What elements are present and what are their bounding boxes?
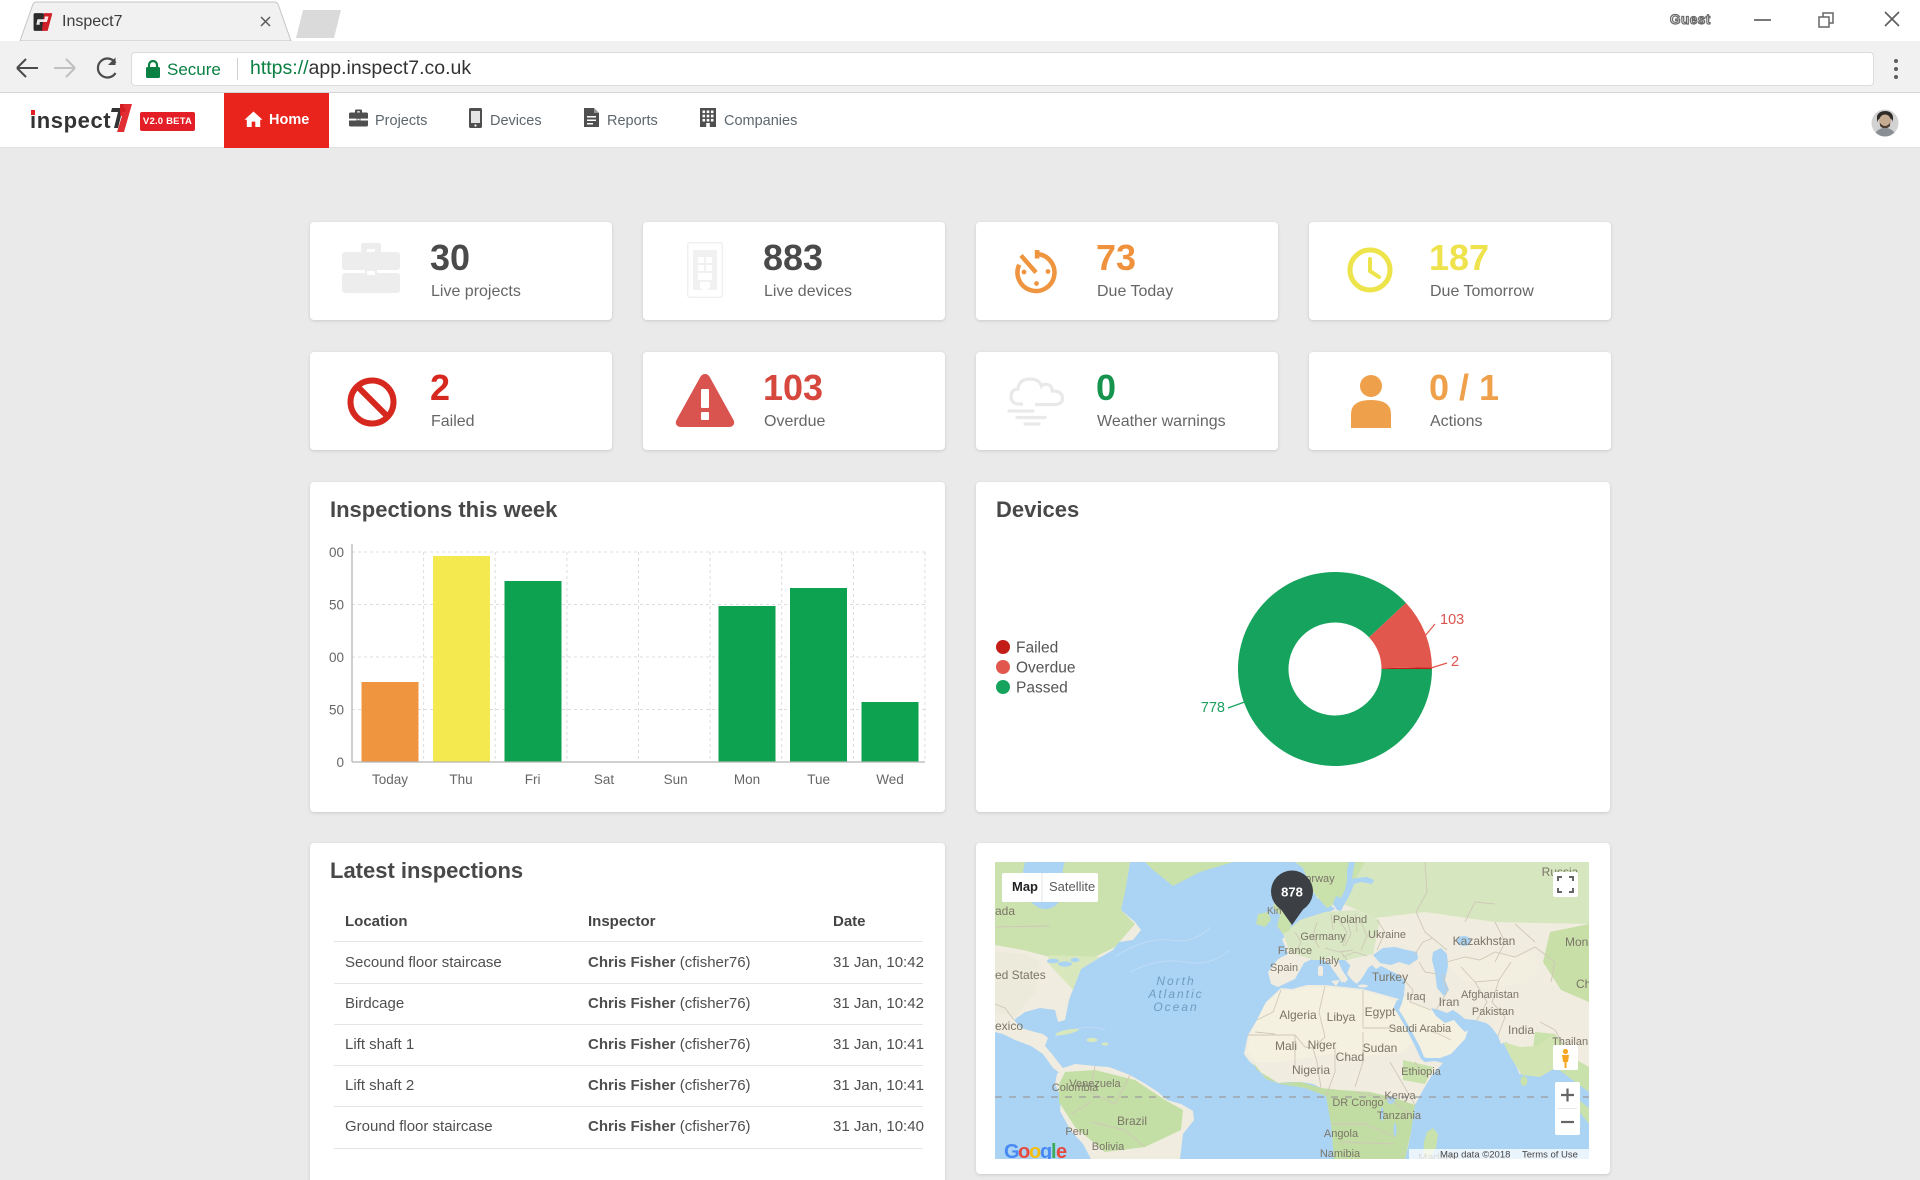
svg-text:Germany: Germany [1300,931,1346,943]
svg-text:Ethiopia: Ethiopia [1401,1066,1442,1078]
svg-text:Sudan: Sudan [1363,1041,1398,1055]
svg-text:Afghanistan: Afghanistan [1461,989,1519,1001]
svg-text:Pakistan: Pakistan [1472,1006,1514,1018]
svg-text:Iran: Iran [1439,995,1460,1009]
svg-text:Peru: Peru [1065,1126,1088,1138]
svg-text:Today: Today [372,772,408,787]
svg-text:Iraq: Iraq [1407,991,1426,1003]
svg-text:00: 00 [329,545,344,560]
svg-text:India: India [1508,1023,1534,1037]
svg-text:ada: ada [995,904,1015,918]
svg-text:103: 103 [1440,612,1464,628]
svg-text:Map data ©2018: Map data ©2018 [1440,1150,1510,1160]
svg-text:50: 50 [329,703,344,718]
svg-text:Overdue: Overdue [1016,660,1075,677]
svg-text:e: e [1056,1141,1067,1159]
svg-text:2: 2 [1451,654,1459,670]
svg-text:Brazil: Brazil [1117,1114,1147,1128]
svg-text:Terms of Use: Terms of Use [1522,1150,1578,1160]
svg-text:Turkey: Turkey [1372,970,1408,984]
svg-text:Thu: Thu [449,772,472,787]
svg-text:Sun: Sun [664,772,688,787]
svg-text:Nigeria: Nigeria [1292,1063,1330,1077]
svg-text:Algeria: Algeria [1279,1008,1317,1022]
svg-text:Fri: Fri [525,772,541,787]
svg-text:Bolivia: Bolivia [1092,1141,1125,1153]
svg-text:Chi: Chi [1576,977,1589,991]
svg-text:00: 00 [329,650,344,665]
svg-text:Poland: Poland [1333,914,1367,926]
svg-text:Tue: Tue [807,772,830,787]
svg-text:Ocean: Ocean [1153,1000,1198,1014]
svg-text:Failed: Failed [1016,640,1058,657]
svg-text:France: France [1278,945,1312,957]
svg-text:50: 50 [329,598,344,613]
svg-text:Egypt: Egypt [1365,1005,1396,1019]
svg-text:Angola: Angola [1324,1128,1359,1140]
svg-text:Spain: Spain [1270,962,1298,974]
svg-text:Map: Map [1012,879,1038,894]
svg-text:Mon: Mon [734,772,760,787]
svg-text:778: 778 [1201,700,1225,716]
svg-text:Mong: Mong [1565,935,1589,949]
svg-text:Atlantic: Atlantic [1147,987,1203,1001]
svg-text:Tanzania: Tanzania [1377,1110,1422,1122]
svg-text:North: North [1156,974,1195,988]
svg-text:Ukraine: Ukraine [1368,929,1406,941]
svg-text:Chad: Chad [1336,1050,1365,1064]
svg-text:ed States: ed States [995,968,1046,982]
svg-text:Saudi Arabia: Saudi Arabia [1389,1023,1452,1035]
svg-text:exico: exico [995,1019,1023,1033]
svg-text:0: 0 [336,755,344,770]
svg-text:Mali: Mali [1275,1039,1297,1053]
svg-text:Namibia: Namibia [1320,1148,1361,1159]
svg-text:Libya: Libya [1327,1010,1356,1024]
svg-text:Colombia: Colombia [1052,1082,1099,1094]
svg-text:DR Congo: DR Congo [1332,1097,1383,1109]
svg-text:Passed: Passed [1016,680,1068,697]
svg-text:Kenya: Kenya [1384,1090,1416,1102]
svg-text:Satellite: Satellite [1049,879,1095,894]
svg-text:Kazakhstan: Kazakhstan [1453,934,1516,948]
svg-text:Sat: Sat [594,772,615,787]
svg-text:Italy: Italy [1319,955,1340,967]
svg-text:878: 878 [1281,885,1303,900]
svg-text:Niger: Niger [1308,1038,1337,1052]
svg-text:Wed: Wed [876,772,904,787]
